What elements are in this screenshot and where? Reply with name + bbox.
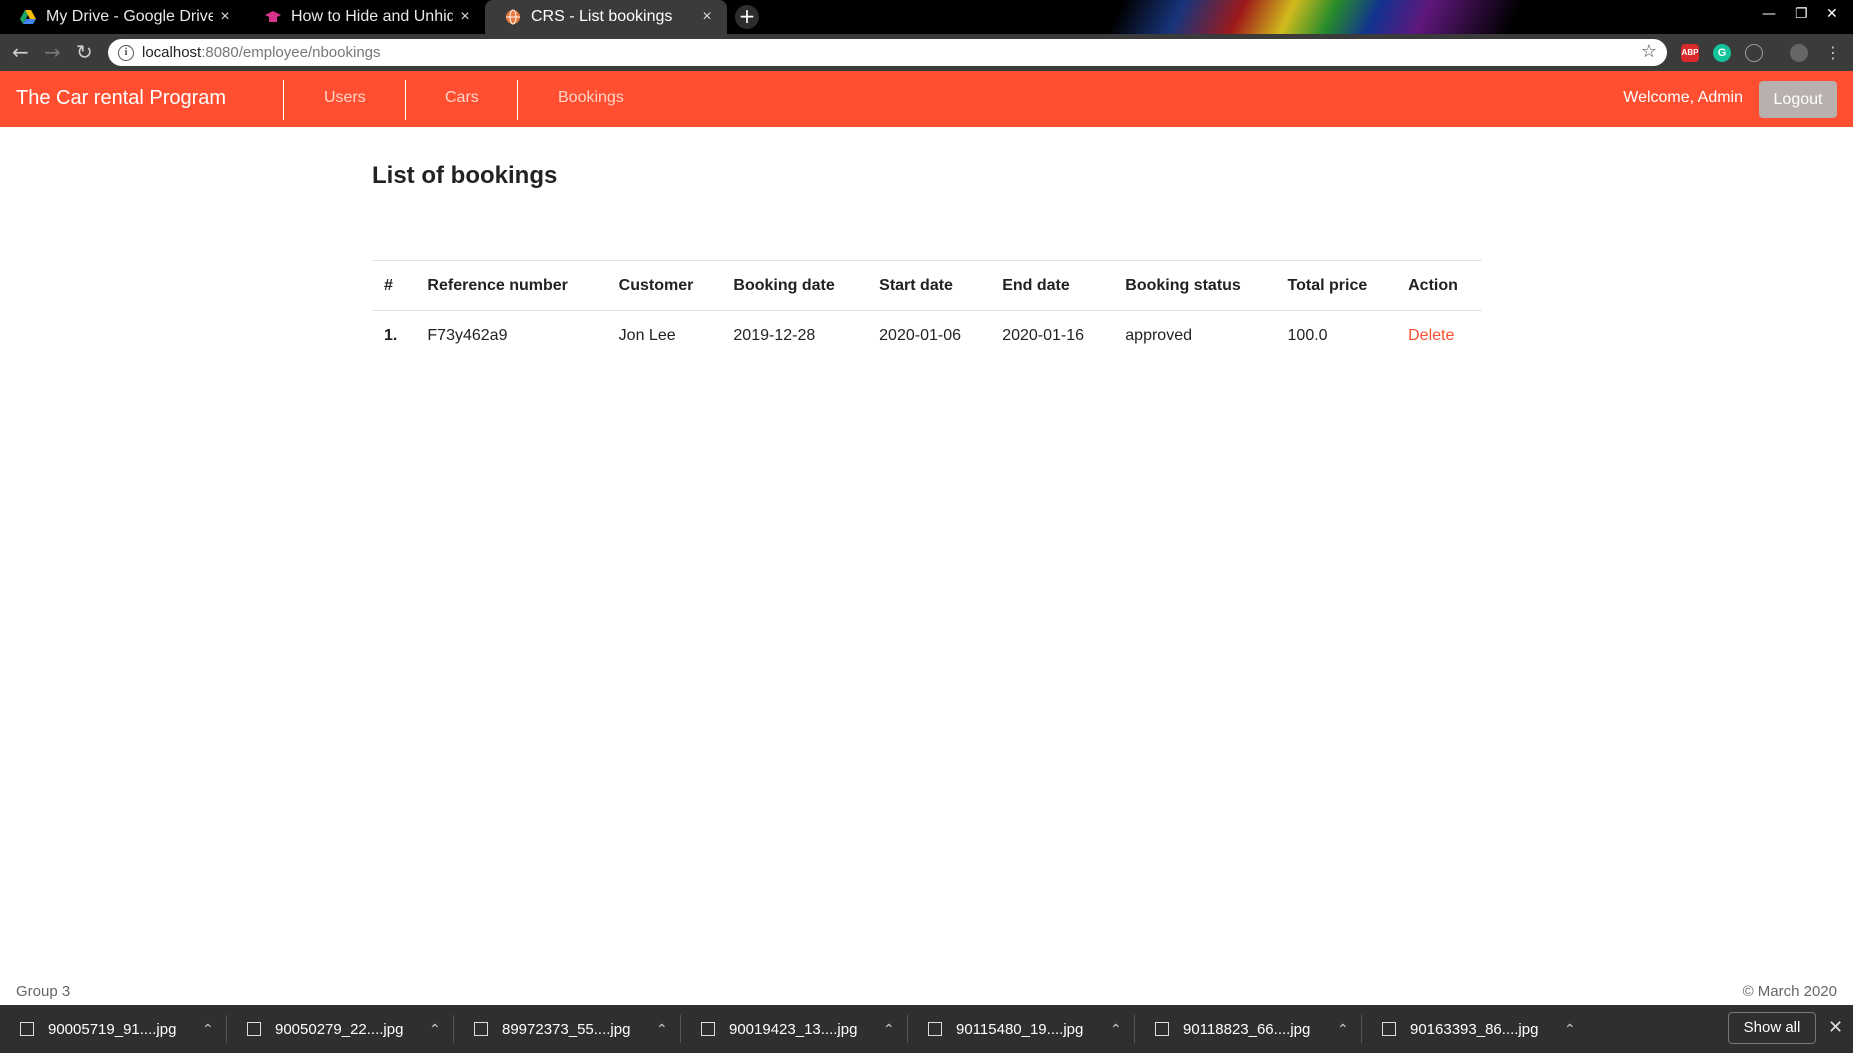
close-window-icon[interactable]: ✕ [1826, 6, 1838, 22]
graduation-cap-icon [265, 11, 281, 22]
tab-title: CRS - List bookings [531, 8, 673, 25]
close-tab-icon[interactable]: × [213, 8, 237, 26]
more-menu-icon[interactable]: ⋮ [1825, 43, 1841, 62]
download-item[interactable]: 90019423_13....jpg ⌃ [681, 1005, 895, 1053]
reload-icon[interactable]: ↻ [76, 40, 93, 64]
address-bar[interactable]: i localhost:8080/employee/nbookings ☆ [108, 39, 1667, 66]
column-header: End date [990, 260, 1114, 311]
welcome-text: Welcome, Admin [1623, 89, 1743, 106]
extension-icon[interactable] [1745, 44, 1763, 62]
delete-link[interactable]: Delete [1408, 327, 1454, 344]
download-item[interactable]: 90163393_86....jpg ⌃ [1362, 1005, 1576, 1053]
logout-button[interactable]: Logout [1759, 81, 1837, 118]
column-header: Total price [1275, 260, 1397, 311]
file-icon [247, 1022, 261, 1036]
downloads-bar: 90005719_91....jpg ⌃ 90050279_22....jpg … [0, 1005, 1853, 1053]
tab-title: How to Hide and Unhide F [291, 8, 453, 25]
close-downloads-icon[interactable]: ✕ [1828, 1017, 1843, 1038]
file-icon [928, 1022, 942, 1036]
grammarly-extension-icon[interactable]: G [1713, 44, 1731, 62]
tab-crs-list-bookings[interactable]: CRS - List bookings × [485, 0, 727, 34]
footer-group: Group 3 [16, 983, 71, 1000]
new-tab-button[interactable]: + [735, 5, 759, 29]
url-path: :8080/employee/nbookings [201, 44, 381, 61]
column-header: # [372, 260, 416, 311]
nav-divider [405, 80, 406, 120]
brand-title[interactable]: The Car rental Program [16, 87, 226, 110]
url-host: localhost [142, 44, 202, 61]
bookmark-star-icon[interactable]: ☆ [1641, 41, 1657, 62]
chevron-up-icon[interactable]: ⌃ [1110, 1021, 1122, 1038]
column-header: Booking status [1113, 260, 1276, 311]
globe-icon [506, 9, 520, 25]
end-date-cell: 2020-01-16 [1002, 326, 1085, 344]
download-filename: 90163393_86....jpg [1410, 1020, 1539, 1038]
nav-link-bookings[interactable]: Bookings [558, 89, 624, 107]
close-tab-icon[interactable]: × [453, 8, 477, 26]
close-tab-icon[interactable]: × [695, 8, 719, 26]
download-item[interactable]: 89972373_55....jpg ⌃ [454, 1005, 668, 1053]
chevron-up-icon[interactable]: ⌃ [1564, 1021, 1576, 1038]
row-number: 1. [384, 326, 398, 344]
booking-date-cell: 2019-12-28 [733, 326, 816, 344]
customer-cell: Jon Lee [618, 326, 676, 344]
minimize-icon[interactable]: — [1762, 6, 1776, 22]
download-filename: 90118823_66....jpg [1183, 1020, 1311, 1038]
download-filename: 90115480_19....jpg [956, 1020, 1084, 1038]
file-icon [1382, 1022, 1396, 1036]
forward-arrow-icon[interactable]: → [44, 40, 61, 64]
back-arrow-icon[interactable]: ← [12, 40, 29, 64]
app-navbar: The Car rental Program Users Cars Bookin… [0, 71, 1853, 127]
table-header-row: # Reference number Customer Booking date… [372, 260, 1482, 311]
column-header: Start date [867, 260, 991, 311]
file-icon [474, 1022, 488, 1036]
footer-copyright: © March 2020 [1742, 983, 1837, 1000]
browser-toolbar: ← → ↻ i localhost:8080/employee/nbooking… [0, 34, 1853, 71]
profile-avatar[interactable] [1790, 44, 1808, 62]
show-all-button[interactable]: Show all [1728, 1012, 1816, 1044]
tab-google-drive[interactable]: My Drive - Google Drive × [0, 0, 245, 34]
browser-tabstrip: My Drive - Google Drive × How to Hide an… [0, 0, 1853, 34]
download-item[interactable]: 90050279_22....jpg ⌃ [227, 1005, 441, 1053]
bookings-table: # Reference number Customer Booking date… [372, 260, 1482, 361]
action-cell: Delete [1396, 311, 1482, 361]
adblock-extension-icon[interactable]: ABP [1681, 44, 1699, 62]
chevron-up-icon[interactable]: ⌃ [883, 1021, 895, 1038]
column-header: Customer [606, 260, 722, 311]
nav-link-users[interactable]: Users [324, 89, 366, 107]
wallpaper-strip [1000, 0, 1600, 34]
start-date-cell: 2020-01-06 [879, 326, 961, 344]
download-filename: 89972373_55....jpg [502, 1020, 631, 1038]
nav-divider [517, 80, 518, 120]
download-filename: 90005719_91....jpg [48, 1020, 177, 1038]
info-icon[interactable]: i [118, 44, 134, 61]
chevron-up-icon[interactable]: ⌃ [1337, 1021, 1349, 1038]
reference-number-cell: F73y462a9 [427, 326, 508, 344]
tab-title: My Drive - Google Drive [46, 8, 213, 25]
booking-status-cell: approved [1125, 326, 1192, 344]
chevron-up-icon[interactable]: ⌃ [429, 1021, 441, 1038]
column-header: Reference number [415, 260, 607, 311]
column-header: Booking date [721, 260, 868, 311]
download-item[interactable]: 90115480_19....jpg ⌃ [908, 1005, 1122, 1053]
file-icon [20, 1022, 34, 1036]
column-header: Action [1396, 260, 1482, 311]
download-filename: 90050279_22....jpg [275, 1020, 404, 1038]
total-price-cell: 100.0 [1287, 326, 1328, 344]
restore-icon[interactable]: ❐ [1795, 6, 1808, 22]
download-filename: 90019423_13....jpg [729, 1020, 858, 1038]
google-drive-icon [20, 10, 36, 24]
page-title: List of bookings [372, 162, 558, 189]
table-row: 1. F73y462a9 Jon Lee 2019-12-28 2020-01-… [372, 311, 1482, 361]
chevron-up-icon[interactable]: ⌃ [202, 1021, 214, 1038]
download-item[interactable]: 90005719_91....jpg ⌃ [0, 1005, 214, 1053]
nav-link-cars[interactable]: Cars [445, 89, 479, 107]
file-icon [701, 1022, 715, 1036]
download-item[interactable]: 90118823_66....jpg ⌃ [1135, 1005, 1349, 1053]
file-icon [1155, 1022, 1169, 1036]
chevron-up-icon[interactable]: ⌃ [656, 1021, 668, 1038]
tab-hide-unhide[interactable]: How to Hide and Unhide F × [245, 0, 485, 34]
nav-divider [283, 80, 284, 120]
